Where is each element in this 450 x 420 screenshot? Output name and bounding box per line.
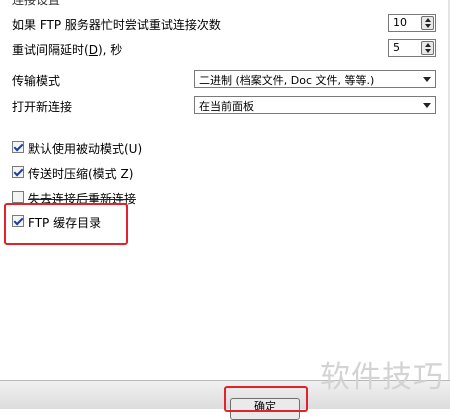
highlight-box-cache-option [4, 203, 128, 245]
transfer-mode-select[interactable]: 二进制 (档案文件, Doc 文件, 等等.) [194, 70, 436, 88]
open-new-connection-value: 在当前面板 [199, 100, 254, 113]
section-title: 连接设置 [12, 0, 61, 7]
retry-count-label: 如果 FTP 服务器忙时尝试重试连接次数 [12, 18, 221, 32]
retry-delay-stepper[interactable]: 5 [388, 39, 436, 57]
checkbox-icon[interactable] [12, 191, 24, 203]
chevron-down-icon [423, 103, 431, 108]
retry-delay-value: 5 [393, 41, 400, 54]
open-new-connection-select[interactable]: 在当前面板 [194, 96, 436, 114]
open-new-connection-label: 打开新连接 [12, 100, 73, 114]
checkbox-icon[interactable] [12, 166, 24, 178]
transfer-mode-value: 二进制 (档案文件, Doc 文件, 等等.) [199, 74, 375, 87]
checkbox-icon[interactable] [12, 141, 24, 153]
chevron-down-icon [423, 77, 431, 82]
retry-count-value: 10 [393, 16, 407, 29]
spin-buttons-icon[interactable] [421, 41, 434, 55]
delay-hotkey: D [88, 43, 98, 57]
retry-delay-label: 重试间隔延时(D), 秒 [12, 43, 123, 57]
spin-buttons-icon[interactable] [421, 16, 434, 30]
retry-count-stepper[interactable]: 10 [388, 14, 436, 32]
watermark: 软件技巧 [320, 360, 444, 395]
highlight-box-ok-button [224, 386, 308, 412]
transfer-mode-label: 传输模式 [12, 74, 61, 88]
